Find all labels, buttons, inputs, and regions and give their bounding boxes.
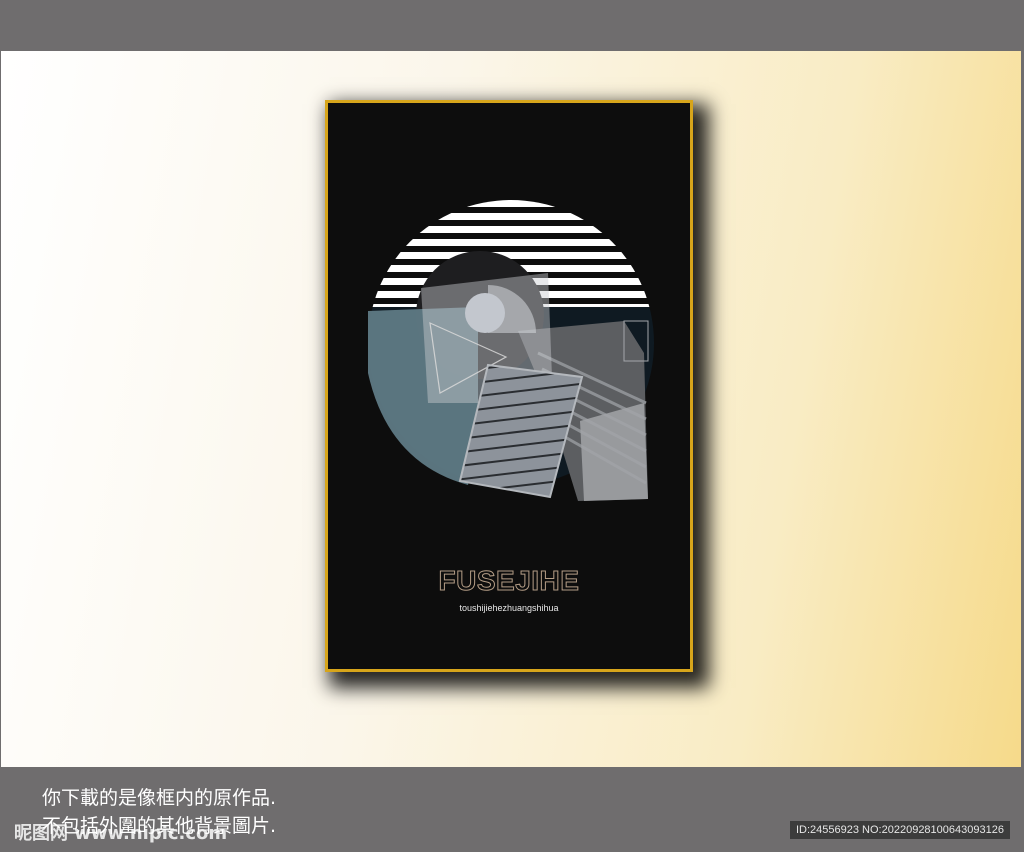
poster-title: FUSEJIHE [438,565,580,597]
top-bar [0,0,1024,50]
picture-frame: FUSEJIHE toushijiehezhuangshihua [325,100,693,672]
poster-subtitle: toushijiehezhuangshihua [459,603,559,613]
notice-line-1: 你下載的是像框内的原作品. [42,787,277,809]
image-id-label: ID:24556923 NO:20220928100643093126 [790,821,1010,839]
wall-background: FUSEJIHE toushijiehezhuangshihua [1,51,1021,767]
site-watermark: 昵图网 www.nipic.com [14,823,228,844]
light-circle [465,293,505,333]
